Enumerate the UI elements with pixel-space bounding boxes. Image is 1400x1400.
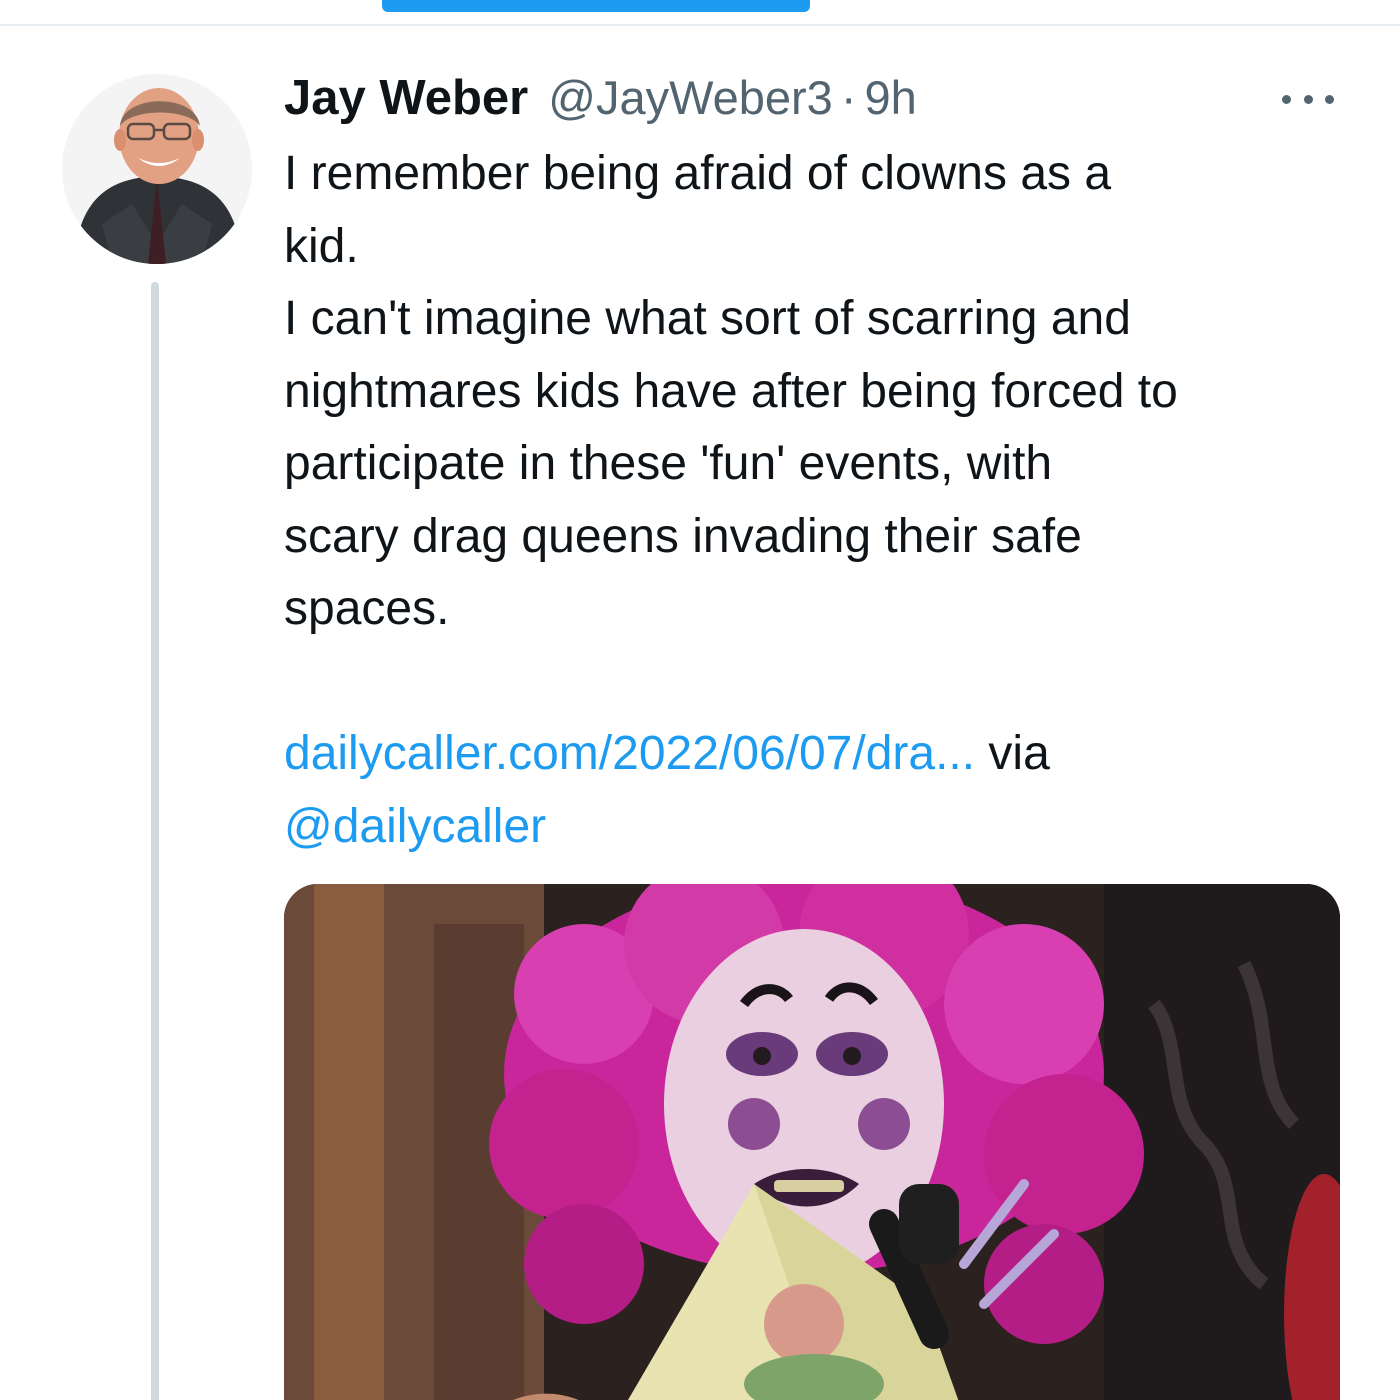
author-avatar[interactable] [62, 74, 252, 264]
via-text: via [975, 727, 1050, 780]
author-handle[interactable]: @JayWeber3 [548, 70, 833, 125]
paragraph-break [284, 646, 1364, 719]
thread-connector-line [151, 282, 159, 1400]
tweet-text: I remember being afraid of clowns as a k… [284, 138, 1364, 863]
mention-line: @dailycaller [284, 791, 1364, 864]
active-tab-indicator [382, 0, 810, 12]
media-photo [284, 884, 1340, 1400]
avatar-photo [62, 74, 252, 264]
timeline-view: Jay Weber @JayWeber3 · 9h I remember bei… [0, 0, 1400, 1400]
more-horizontal-icon [1282, 94, 1291, 104]
tweet-text-line: I can't imagine what sort of scarring an… [284, 292, 1131, 345]
tweet-timestamp[interactable]: 9h [864, 70, 916, 125]
mention-link[interactable]: @dailycaller [284, 800, 546, 853]
tweet-text-line: I remember being afraid of clowns as a [284, 147, 1112, 200]
tweet-header: Jay Weber @JayWeber3 · 9h [284, 70, 917, 130]
header-separator: · [840, 71, 857, 124]
author-name[interactable]: Jay Weber [284, 70, 528, 126]
tweet-text-line: kid. [284, 219, 359, 273]
tweet-text-line: nightmares kids have after being forced … [284, 364, 1178, 418]
tweet-text-line: scary drag queens invading their safe [284, 509, 1082, 563]
tweet-text-line: participate in these 'fun' events, with [284, 437, 1053, 490]
tweet-text-line: spaces. [284, 582, 450, 635]
more-options-button[interactable] [1278, 82, 1338, 116]
article-link[interactable]: dailycaller.com/2022/06/07/dra... [284, 727, 975, 780]
more-horizontal-icon [1303, 94, 1313, 104]
tweet-media-image[interactable] [284, 884, 1340, 1400]
top-divider [0, 24, 1400, 26]
link-line: dailycaller.com/2022/06/07/dra... via [284, 718, 1364, 791]
more-horizontal-icon [1325, 94, 1334, 104]
